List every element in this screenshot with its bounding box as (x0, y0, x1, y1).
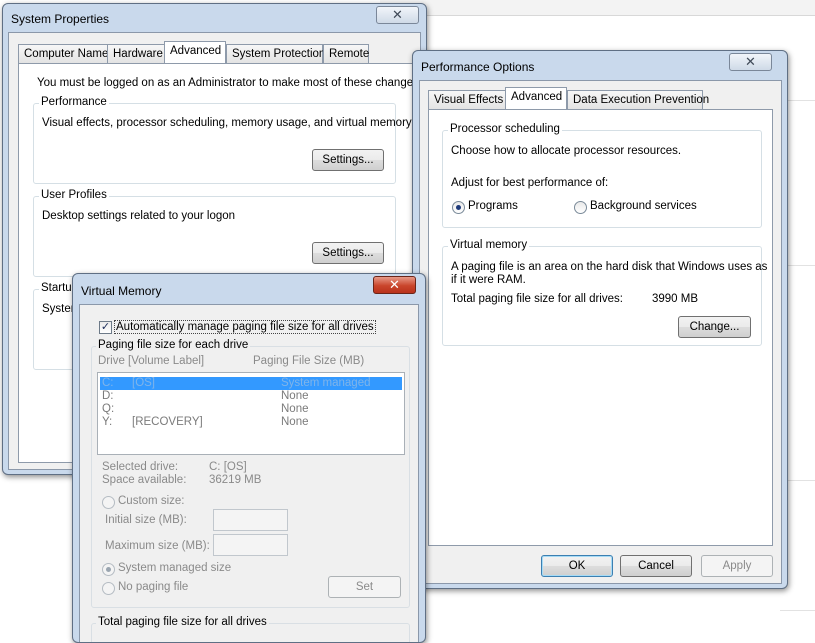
custom-size-label[interactable]: Custom size: (118, 495, 184, 507)
total-paging-label: Total paging file size for all drives: (451, 293, 623, 305)
column-header-drive: Drive [Volume Label] (98, 355, 205, 367)
no-paging-file-radio[interactable] (102, 582, 115, 595)
system-managed-radio[interactable] (102, 563, 115, 576)
user-profiles-description: Desktop settings related to your logon (42, 210, 236, 222)
space-available-value: 36219 MB (209, 474, 262, 486)
performance-group: Performance Visual effects, processor sc… (33, 96, 412, 184)
background-divider (780, 610, 815, 611)
apply-button[interactable]: Apply (701, 555, 773, 577)
virtual-memory-description-line1: A paging file is an area on the hard dis… (451, 261, 768, 273)
selected-drive-value: C: [OS] (209, 461, 247, 473)
performance-options-window: Performance Options ✕ Visual Effects Adv… (412, 50, 788, 589)
admin-note: You must be logged on as an Administrato… (37, 77, 423, 89)
processor-scheduling-label: Processor scheduling (448, 123, 562, 135)
virtual-memory-window: Virtual Memory ✕ ✓ Automatically manage … (72, 273, 426, 643)
paging-file-group-label: Paging file size for each drive (96, 339, 251, 351)
maximum-size-label: Maximum size (MB): (105, 540, 210, 552)
maximum-size-input[interactable] (213, 534, 288, 556)
space-available-label: Space available: (102, 474, 187, 486)
performance-settings-button[interactable]: Settings... (312, 149, 384, 171)
initial-size-label: Initial size (MB): (105, 514, 187, 526)
drive-letter: D: (102, 390, 114, 402)
change-button[interactable]: Change... (678, 316, 751, 338)
adjust-performance-label: Adjust for best performance of: (451, 177, 609, 189)
tab-computer-name[interactable]: Computer Name (18, 44, 108, 63)
performance-options-titlebar[interactable]: Performance Options ✕ (413, 51, 787, 79)
tab-advanced[interactable]: Advanced (505, 87, 567, 109)
background-services-radio[interactable] (574, 201, 587, 214)
processor-scheduling-group: Processor scheduling Choose how to alloc… (442, 123, 762, 228)
virtual-memory-client: ✓ Automatically manage paging file size … (79, 304, 419, 642)
window-title: System Properties (11, 12, 110, 26)
drive-paging-size: None (281, 403, 309, 415)
set-button[interactable]: Set (328, 576, 401, 598)
auto-manage-label[interactable]: Automatically manage paging file size fo… (114, 320, 376, 334)
tab-advanced[interactable]: Advanced (164, 41, 226, 63)
tab-data-execution-prevention[interactable]: Data Execution Prevention (567, 90, 709, 109)
drive-letter: C: (102, 377, 114, 389)
tab-hardware[interactable]: Hardware (107, 44, 165, 63)
drive-row-c[interactable]: C: [OS] System managed (100, 377, 402, 390)
user-profiles-group: User Profiles Desktop settings related t… (33, 189, 396, 277)
processor-scheduling-description: Choose how to allocate processor resourc… (451, 145, 682, 157)
drive-row-q[interactable]: Q: None (100, 403, 402, 416)
virtual-memory-titlebar[interactable]: Virtual Memory ✕ (73, 274, 425, 302)
window-title: Virtual Memory (81, 284, 162, 298)
drive-paging-size: None (281, 416, 309, 428)
performance-group-label: Performance (39, 96, 109, 108)
performance-options-client: Visual Effects Advanced Data Execution P… (419, 80, 782, 584)
total-paging-group: Total paging file size for all drives (91, 616, 410, 642)
close-icon[interactable]: ✕ (373, 276, 416, 294)
column-header-size: Paging File Size (MB) (253, 355, 365, 367)
system-managed-label[interactable]: System managed size (118, 562, 231, 574)
tab-visual-effects[interactable]: Visual Effects (428, 90, 506, 109)
drive-letter: Q: (102, 403, 115, 415)
system-properties-titlebar[interactable]: System Properties ✕ (3, 4, 426, 32)
user-profiles-settings-button[interactable]: Settings... (312, 242, 384, 264)
ok-button[interactable]: OK (541, 555, 613, 577)
auto-manage-checkbox[interactable]: ✓ (99, 321, 112, 334)
performance-description: Visual effects, processor scheduling, me… (42, 117, 412, 129)
drive-row-y[interactable]: Y: [RECOVERY] None (100, 416, 402, 429)
tab-remote[interactable]: Remote (323, 44, 369, 63)
drive-row-d[interactable]: D: None (100, 390, 402, 403)
background-services-radio-label[interactable]: Background services (590, 200, 697, 212)
drive-paging-size: None (281, 390, 309, 402)
virtual-memory-group: Virtual memory A paging file is an area … (442, 239, 767, 346)
cancel-button[interactable]: Cancel (620, 555, 692, 577)
virtual-memory-description-line2: if it were RAM. (451, 274, 526, 286)
paging-file-group: Paging file size for each drive Drive [V… (91, 339, 410, 608)
drive-volume-label: [OS] (132, 377, 156, 389)
total-paging-value: 3990 MB (652, 293, 699, 305)
user-profiles-group-label: User Profiles (39, 189, 109, 201)
no-paging-file-label[interactable]: No paging file (118, 581, 188, 593)
drive-paging-size: System managed (281, 377, 371, 389)
window-title: Performance Options (421, 60, 535, 74)
selected-drive-label: Selected drive: (102, 461, 179, 473)
total-paging-group-label: Total paging file size for all drives (96, 616, 269, 628)
tab-system-protection[interactable]: System Protection (226, 44, 325, 63)
drive-letter: Y: (102, 416, 113, 428)
drive-volume-label: [RECOVERY] (132, 416, 203, 428)
initial-size-input[interactable] (213, 509, 288, 531)
close-icon[interactable]: ✕ (376, 6, 419, 24)
close-icon[interactable]: ✕ (729, 53, 772, 71)
advanced-tab-panel: Processor scheduling Choose how to alloc… (428, 109, 773, 546)
virtual-memory-label: Virtual memory (448, 239, 530, 251)
programs-radio-label[interactable]: Programs (468, 200, 518, 212)
background-toolbar (380, 0, 815, 16)
custom-size-radio[interactable] (102, 496, 115, 509)
programs-radio[interactable] (452, 201, 465, 214)
drive-list[interactable]: C: [OS] System managed D: None Q: None Y… (97, 372, 405, 455)
